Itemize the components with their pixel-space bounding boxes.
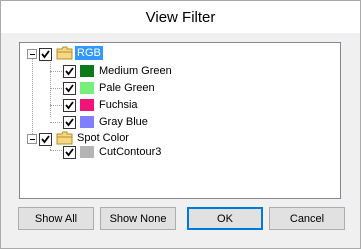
title-bar: View Filter [1, 1, 360, 33]
checkmark-icon [65, 101, 74, 110]
checkmark-icon [65, 118, 74, 127]
collapse-icon[interactable] [27, 49, 37, 59]
item-checkbox[interactable] [63, 82, 76, 95]
show-all-button[interactable]: Show All [18, 207, 94, 230]
show-none-button[interactable]: Show None [100, 207, 176, 230]
window-title: View Filter [145, 9, 216, 26]
color-swatch [80, 99, 94, 111]
cancel-button[interactable]: Cancel [269, 207, 345, 230]
color-swatch [80, 65, 94, 77]
tree-item[interactable]: CutContour3 [20, 143, 220, 160]
view-filter-dialog: View Filter RGB Medium Green Pale Green … [0, 0, 361, 249]
checkmark-icon [65, 84, 74, 93]
tree-item[interactable]: Fuchsia [20, 96, 220, 113]
group-label-rgb: RGB [75, 46, 103, 60]
item-label: Gray Blue [99, 116, 148, 128]
item-label: CutContour3 [99, 146, 162, 158]
item-label: Fuchsia [99, 99, 138, 111]
item-label: Pale Green [99, 82, 155, 94]
checkmark-icon [65, 148, 74, 157]
item-checkbox[interactable] [63, 99, 76, 112]
color-swatch [80, 146, 94, 158]
checkmark-icon [41, 50, 50, 59]
item-label: Medium Green [99, 65, 172, 77]
checkmark-icon [65, 67, 74, 76]
tree-node-rgb[interactable]: RGB [20, 45, 120, 62]
item-checkbox[interactable] [63, 146, 76, 159]
group-checkbox-rgb[interactable] [39, 48, 52, 61]
item-checkbox[interactable] [63, 116, 76, 129]
tree-item[interactable]: Gray Blue [20, 113, 220, 130]
folder-icon [56, 46, 73, 60]
tree-item[interactable]: Medium Green [20, 62, 220, 79]
tree-item[interactable]: Pale Green [20, 79, 220, 96]
ok-button[interactable]: OK [187, 207, 263, 230]
color-swatch [80, 82, 94, 94]
color-swatch [80, 116, 94, 128]
item-checkbox[interactable] [63, 65, 76, 78]
color-tree-view[interactable]: RGB Medium Green Pale Green Fuchsia Gray… [19, 42, 341, 199]
